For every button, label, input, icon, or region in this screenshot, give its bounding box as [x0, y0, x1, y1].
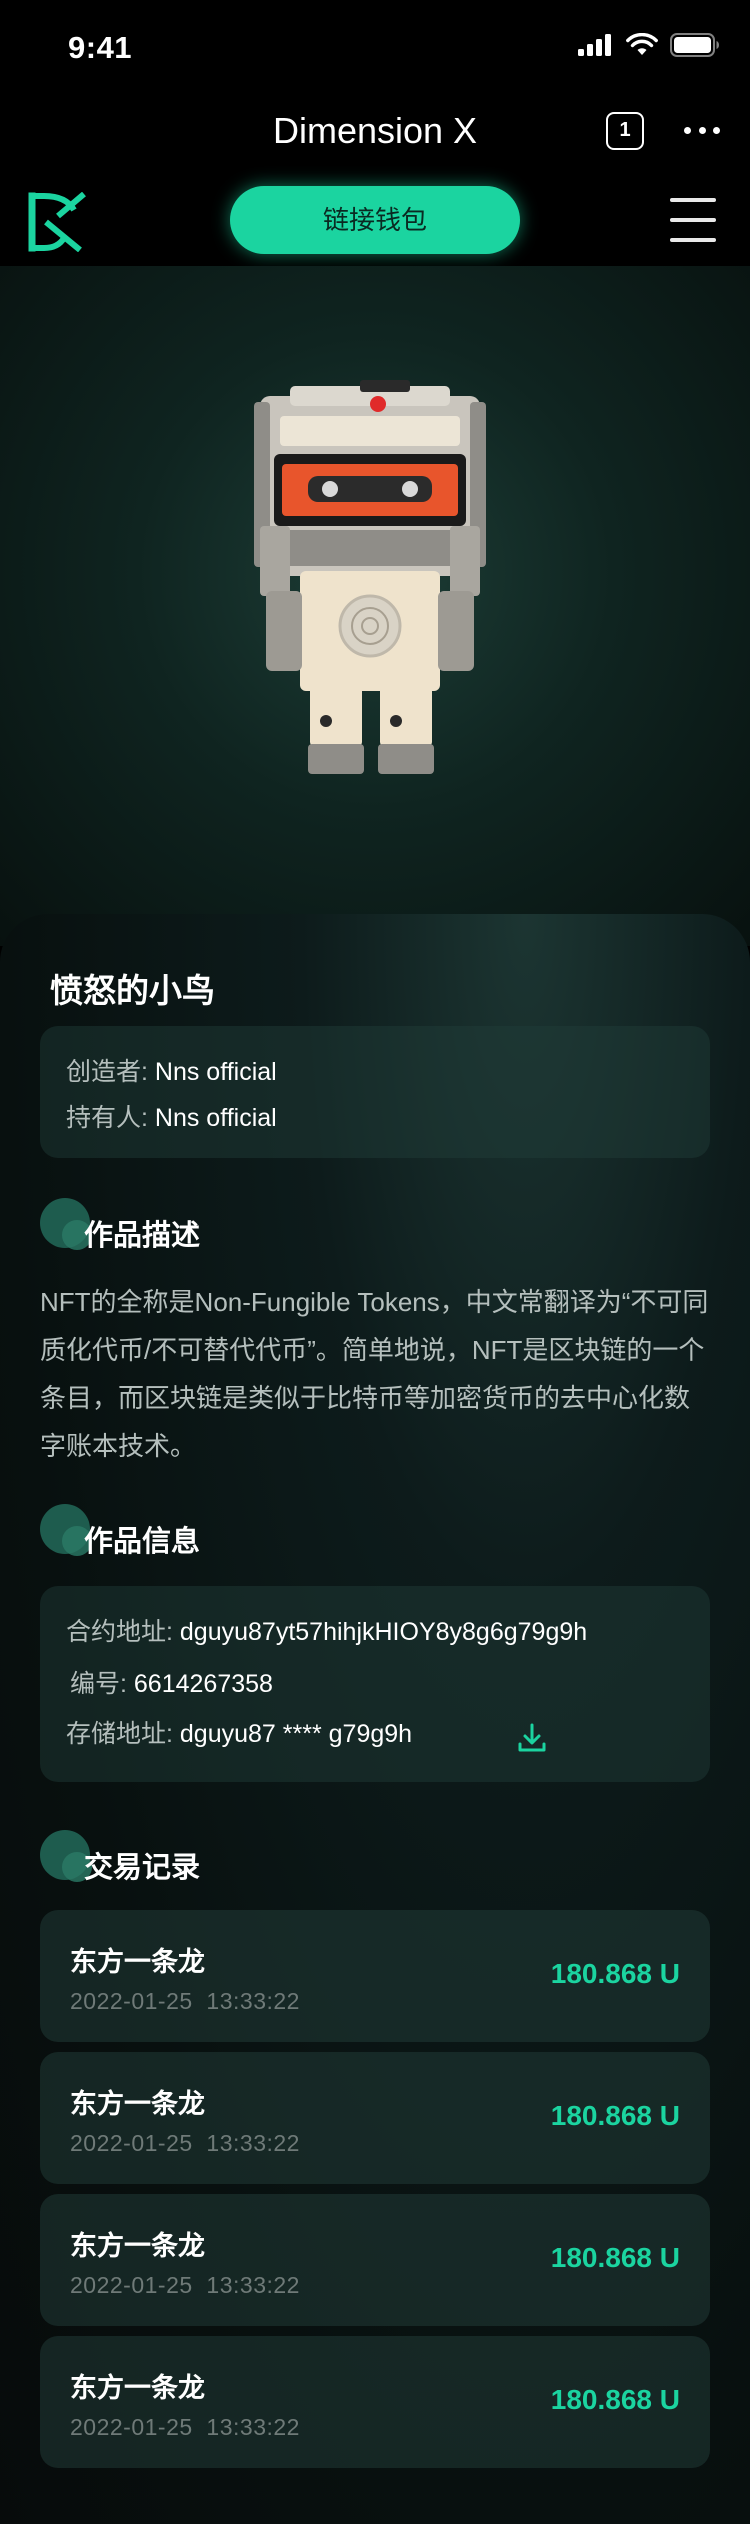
creator-row: 创造者: Nns official: [66, 1052, 277, 1088]
connect-wallet-button[interactable]: 链接钱包: [230, 186, 520, 254]
wifi-icon: [626, 33, 658, 55]
creator-value: Nns official: [154, 1058, 277, 1086]
status-time: 9:41: [68, 30, 133, 65]
number-value: 6614267358: [133, 1670, 273, 1698]
storage-row: 存储地址: dguyu87 **** g79g9h: [66, 1714, 412, 1750]
transaction-row[interactable]: 东方一条龙 2022-01-25 13:33:22 180.868 U: [40, 2194, 710, 2326]
transaction-amount: 180.868 U: [550, 2384, 680, 2415]
transaction-amount: 180.868 U: [550, 1958, 680, 1989]
contract-value: dguyu87yt57hihjkHIOY8y8g6g79g9h: [179, 1618, 588, 1646]
more-options-button[interactable]: [684, 110, 720, 150]
transaction-row[interactable]: 东方一条龙 2022-01-25 13:33:22 180.868 U: [40, 2336, 710, 2468]
status-bar: 9:41: [0, 0, 750, 96]
number-label: 编号:: [70, 1670, 134, 1698]
owner-label: 持有人:: [66, 1104, 155, 1132]
contract-label: 合约地址:: [66, 1618, 180, 1646]
download-icon[interactable]: [516, 1722, 548, 1754]
more-dot-icon: [698, 126, 706, 134]
transaction-date: 2022-01-25 13:33:22: [70, 2130, 300, 2156]
nft-hero: [0, 266, 750, 946]
transaction-row[interactable]: 东方一条龙 2022-01-25 13:33:22 180.868 U: [40, 2052, 710, 2184]
nft-detail-panel: 愤怒的小鸟 创造者: Nns official 持有人: Nns officia…: [0, 914, 750, 2524]
ownership-card: 创造者: Nns official 持有人: Nns official: [40, 1026, 710, 1158]
transaction-date: 2022-01-25 13:33:22: [70, 2414, 300, 2440]
tab-count-button[interactable]: 1: [606, 112, 644, 150]
hamburger-menu-icon[interactable]: [670, 198, 716, 242]
transaction-name: 东方一条龙: [70, 2089, 205, 2119]
dimension-x-logo-icon[interactable]: [28, 192, 88, 252]
transaction-name: 东方一条龙: [70, 2231, 205, 2261]
transaction-amount: 180.868 U: [550, 2100, 680, 2131]
app-header: 链接钱包: [0, 186, 750, 266]
battery-icon: [670, 33, 719, 57]
description-heading: 作品描述: [84, 1220, 201, 1252]
transaction-name: 东方一条龙: [70, 2373, 205, 2403]
menu-line: [670, 198, 716, 202]
nft-title: 愤怒的小鸟: [50, 972, 215, 1009]
contract-row: 合约地址: dguyu87yt57hihjkHIOY8y8g6g79g9h: [66, 1612, 587, 1648]
menu-line: [670, 218, 716, 222]
transaction-name: 东方一条龙: [70, 1947, 205, 1977]
more-dot-icon: [713, 126, 720, 134]
status-icons: [578, 33, 720, 57]
storage-value: dguyu87 **** g79g9h: [179, 1720, 413, 1748]
transaction-amount: 180.868 U: [550, 2242, 680, 2273]
number-row: 编号: 6614267358: [70, 1664, 273, 1700]
info-card: 合约地址: dguyu87yt57hihjkHIOY8y8g6g79g9h 编号…: [40, 1586, 710, 1782]
transactions-heading: 交易记录: [84, 1852, 201, 1884]
storage-label: 存储地址:: [66, 1720, 180, 1748]
nft-robot-image[interactable]: [230, 376, 520, 796]
title-bar: Dimension X 1: [0, 96, 750, 186]
creator-label: 创造者:: [66, 1058, 155, 1086]
transaction-row[interactable]: 东方一条龙 2022-01-25 13:33:22 180.868 U: [40, 1910, 710, 2042]
more-dot-icon: [684, 126, 691, 134]
transaction-date: 2022-01-25 13:33:22: [70, 2272, 300, 2298]
menu-line: [670, 238, 716, 242]
owner-row: 持有人: Nns official: [66, 1098, 277, 1134]
owner-value: Nns official: [154, 1104, 277, 1132]
info-heading: 作品信息: [84, 1526, 201, 1558]
transaction-date: 2022-01-25 13:33:22: [70, 1988, 300, 2014]
description-text: NFT的全称是Non-Fungible Tokens，中文常翻译为“不可同质化代…: [40, 1287, 709, 1461]
cellular-signal-icon: [578, 34, 611, 56]
